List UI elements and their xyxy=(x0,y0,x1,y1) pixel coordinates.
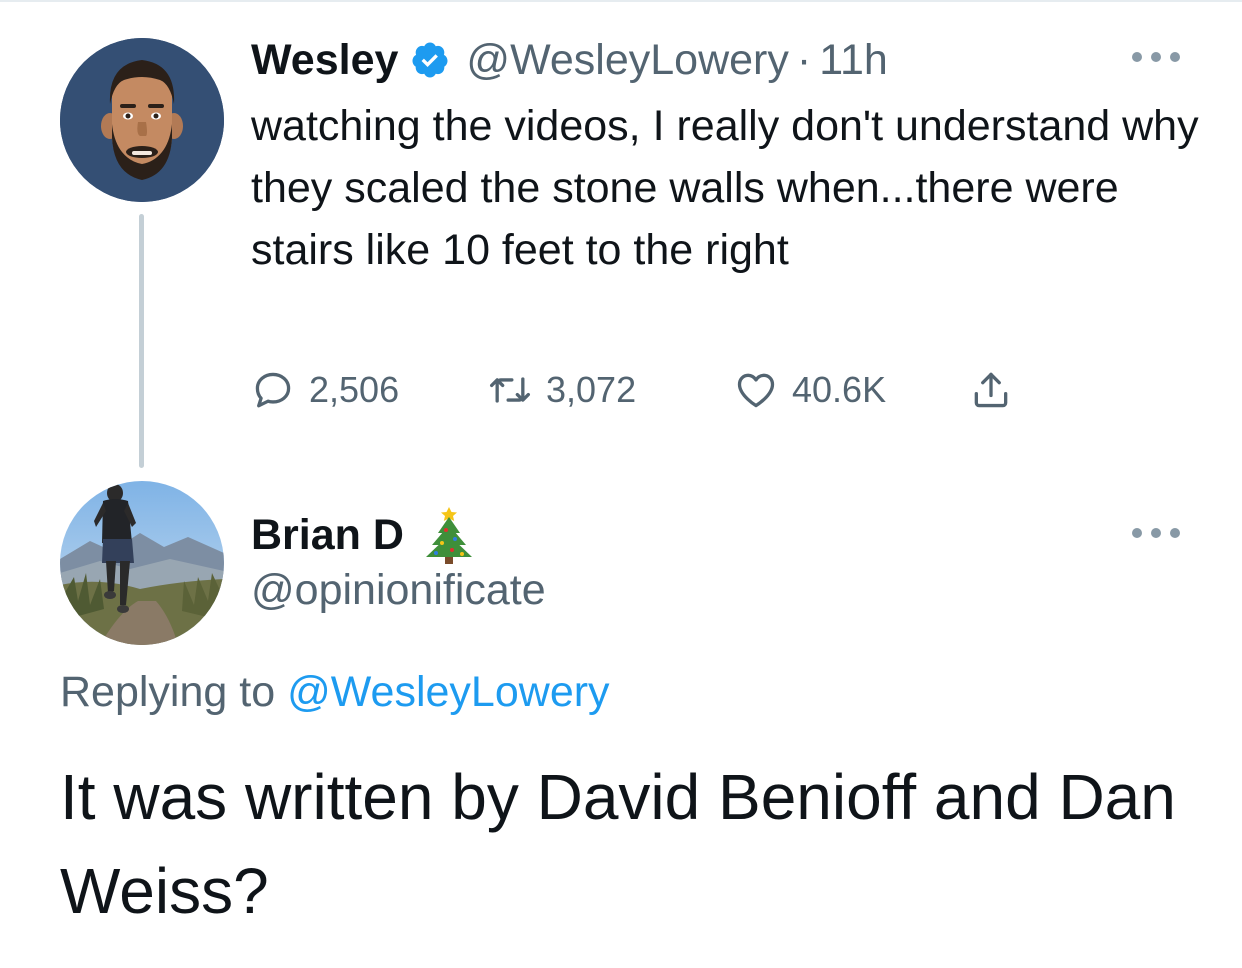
separator-dot: · xyxy=(796,35,812,84)
author-name[interactable]: Wesley xyxy=(251,36,398,85)
reply-text: It was written by David Benioff and Dan … xyxy=(60,761,1176,927)
tweet-text: watching the videos, I really don't unde… xyxy=(251,102,1199,274)
runner-photo-avatar-image xyxy=(60,481,224,645)
more-options-icon[interactable] xyxy=(1132,50,1180,64)
reply-button[interactable]: 2,506 xyxy=(251,364,399,416)
retweet-button[interactable]: 3,072 xyxy=(488,364,636,416)
like-count: 40.6K xyxy=(792,369,887,410)
top-divider xyxy=(0,0,1242,2)
reply-author-row: Brian D xyxy=(251,503,476,567)
reply-author-name[interactable]: Brian D xyxy=(251,511,404,560)
tweet-timestamp[interactable]: 11h xyxy=(819,36,888,85)
tweet-header: Wesley @WesleyLowery · 11h xyxy=(251,34,888,86)
heart-icon xyxy=(737,373,775,408)
thread-connector-line xyxy=(139,214,144,468)
reply-author-handle[interactable]: @opinionificate xyxy=(251,566,546,615)
verified-badge-icon xyxy=(412,42,448,78)
reply-count: 2,506 xyxy=(309,369,400,410)
reply-more-options-icon[interactable] xyxy=(1132,526,1180,540)
share-icon xyxy=(974,372,1008,408)
retweet-count: 3,072 xyxy=(546,369,637,410)
cartoon-face-avatar-image xyxy=(60,38,224,202)
like-button[interactable]: 40.6K xyxy=(734,364,886,416)
retweet-icon xyxy=(490,377,530,403)
reply-icon xyxy=(255,372,291,408)
wesley-avatar[interactable] xyxy=(60,38,224,202)
replying-to-mention-link[interactable]: @WesleyLowery xyxy=(287,668,609,716)
replying-to-prefix: Replying to xyxy=(60,668,276,716)
christmas-tree-icon xyxy=(425,507,472,564)
replying-to-line: Replying to @WesleyLowery xyxy=(60,668,610,717)
share-button[interactable] xyxy=(969,364,1013,416)
author-handle[interactable]: @WesleyLowery xyxy=(466,36,788,85)
brian-avatar[interactable] xyxy=(60,481,224,645)
